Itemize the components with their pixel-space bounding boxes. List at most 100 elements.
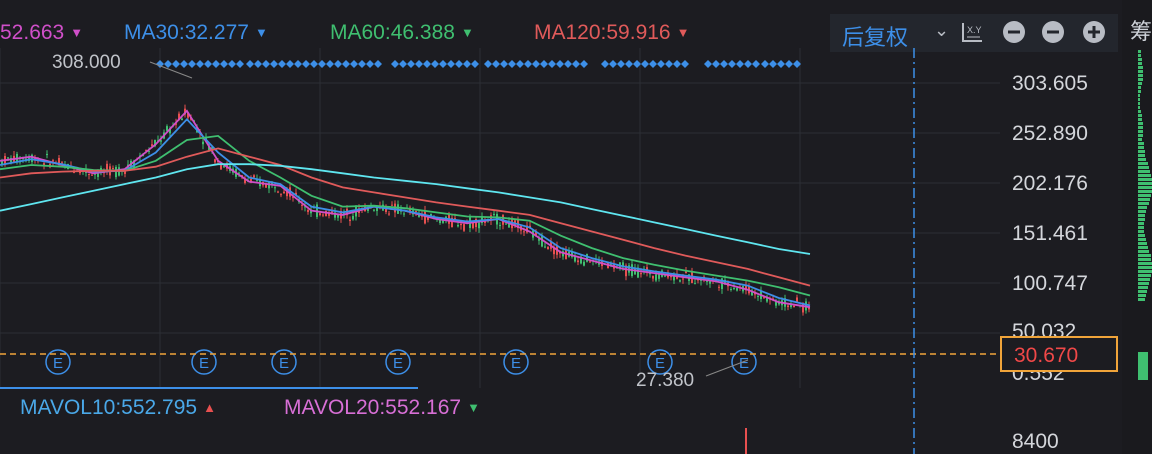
chip-bar [1138, 214, 1145, 217]
signal-dot [657, 60, 665, 68]
current-price-value: 30.670 [1014, 344, 1079, 367]
chip-bar [1138, 238, 1146, 241]
chip-bar [1138, 282, 1149, 285]
y-tick-label: 202.176 [1012, 172, 1088, 195]
signal-dot [500, 60, 508, 68]
candle-body [280, 194, 282, 196]
chip-bar [1138, 126, 1143, 129]
chip-bar [1138, 266, 1152, 269]
signal-dot [431, 60, 439, 68]
candle-body [388, 213, 390, 215]
chip-bar [1138, 146, 1144, 149]
event-marker-label: E [739, 355, 749, 372]
signal-dot [439, 60, 447, 68]
chip-bar [1138, 90, 1141, 93]
chip-bar [1138, 150, 1145, 153]
chip-bar [1138, 270, 1152, 273]
low-annotation: 27.380 [636, 370, 694, 391]
signal-dot [665, 60, 673, 68]
chip-bar [1138, 294, 1146, 297]
minus-circle-icon[interactable] [1002, 20, 1026, 44]
candle-body [793, 305, 795, 308]
candle-body [523, 231, 525, 233]
chip-bar [1138, 274, 1151, 277]
candle-body [733, 287, 735, 289]
signal-dot [617, 60, 625, 68]
minus-circle-icon[interactable] [1041, 20, 1065, 44]
candle-body [274, 187, 276, 189]
candle-body [730, 288, 732, 290]
signal-dot [548, 60, 556, 68]
chip-bar [1138, 86, 1141, 89]
signal-dot [188, 60, 196, 68]
chip-bar [1138, 98, 1140, 101]
signal-dot [564, 60, 572, 68]
candle-body [202, 141, 204, 145]
chip-bar [1138, 122, 1143, 125]
signal-dot [540, 60, 548, 68]
signal-dot [601, 60, 609, 68]
candle-body [91, 174, 93, 176]
candle-body [583, 261, 585, 266]
signal-dot [785, 60, 793, 68]
candle-body [589, 261, 591, 263]
candle-body [166, 126, 168, 131]
candle-body [253, 175, 255, 178]
candle-body [415, 211, 417, 213]
candle-body [736, 288, 738, 291]
signal-dot [777, 60, 785, 68]
chip-bar [1138, 182, 1152, 185]
signal-dot [228, 60, 236, 68]
signal-dot [318, 60, 326, 68]
chip-bar [1138, 174, 1151, 177]
event-marker-label: E [53, 355, 63, 372]
chip-bar [1138, 130, 1143, 133]
chip-bar [1138, 218, 1145, 221]
candle-body [655, 274, 657, 281]
candle-body [493, 213, 495, 216]
chip-bar [1138, 62, 1142, 65]
candle-body [457, 225, 459, 227]
signal-dot [752, 60, 760, 68]
signal-dot [761, 60, 769, 68]
mavol20-legend: MAVOL20:552.167 ▼ [284, 396, 480, 419]
chip-bar [1138, 202, 1149, 205]
signal-dot [580, 60, 588, 68]
signal-dot [164, 60, 172, 68]
chip-bar [1138, 102, 1140, 105]
chip-bar [1138, 194, 1151, 197]
candle-body [787, 305, 789, 308]
chip-bar [1138, 94, 1140, 97]
chip-bar [1138, 118, 1142, 121]
signal-dot [294, 60, 302, 68]
candle-body [88, 173, 90, 176]
candle-body [796, 297, 798, 302]
signal-dot [625, 60, 633, 68]
candle-body [301, 204, 303, 206]
chip-bar [1138, 138, 1142, 141]
signal-dot [254, 60, 262, 68]
event-marker-label: E [511, 355, 521, 372]
chip-bar [1138, 134, 1143, 137]
chip-bar [1138, 74, 1143, 77]
chip-bar [1138, 154, 1145, 157]
signal-dot [556, 60, 564, 68]
chip-bar [1138, 250, 1149, 253]
current-price-badge: 30.670 [1000, 336, 1118, 372]
candle-body [577, 260, 579, 263]
chip-bar [1138, 190, 1152, 193]
candle-body [220, 165, 222, 170]
candle-body [640, 273, 642, 275]
series-line-ma60 [0, 134, 811, 297]
chip-bar [1138, 298, 1145, 301]
signal-dot [286, 60, 294, 68]
plus-circle-icon[interactable] [1082, 20, 1106, 44]
candle-body [349, 219, 351, 222]
candle-body [352, 216, 354, 220]
signal-dots-row [156, 60, 801, 68]
chip-bar [1138, 170, 1150, 173]
signal-dot [220, 60, 228, 68]
signal-dot [407, 60, 415, 68]
signal-dot [334, 60, 342, 68]
candle-body [268, 182, 270, 189]
